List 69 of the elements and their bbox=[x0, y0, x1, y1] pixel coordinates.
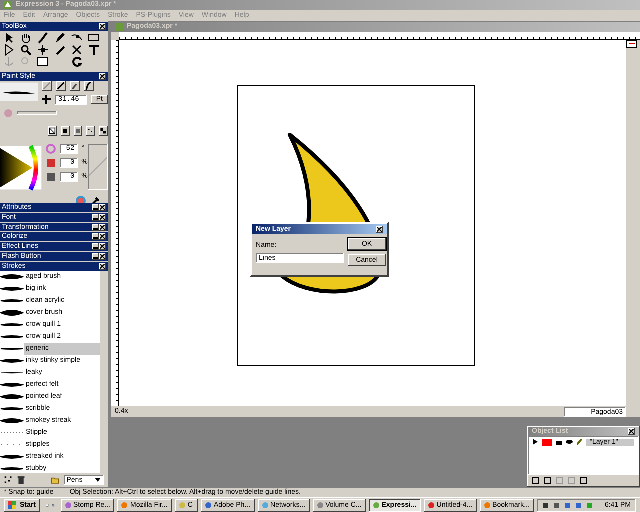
app-icon bbox=[262, 502, 269, 509]
minimize-button[interactable] bbox=[92, 224, 99, 231]
stroke-sample bbox=[0, 416, 24, 426]
app-icon bbox=[4, 0, 12, 9]
thin-line-icon[interactable] bbox=[42, 80, 52, 91]
curve-line-icon[interactable] bbox=[84, 80, 94, 91]
stroke-sample bbox=[0, 392, 24, 402]
solid-fill-icon[interactable] bbox=[60, 126, 70, 136]
minimize-button[interactable] bbox=[92, 243, 99, 250]
dots-fill-icon[interactable] bbox=[86, 126, 96, 136]
close-button[interactable] bbox=[628, 428, 635, 436]
scissors-icon[interactable] bbox=[70, 44, 82, 56]
pencil-icon[interactable] bbox=[577, 439, 582, 446]
caret-icon bbox=[95, 478, 102, 482]
pen-icon[interactable] bbox=[54, 32, 66, 44]
brush-icon[interactable] bbox=[36, 32, 48, 44]
app-icon bbox=[484, 502, 491, 509]
close-button[interactable] bbox=[99, 263, 106, 270]
minimize-button[interactable] bbox=[92, 204, 99, 211]
close-button[interactable] bbox=[99, 22, 106, 30]
spiral-icon[interactable] bbox=[70, 56, 82, 68]
app-icon bbox=[178, 502, 186, 509]
close-button[interactable] bbox=[99, 214, 106, 221]
view-icon[interactable] bbox=[626, 40, 638, 50]
rectangle-icon[interactable] bbox=[88, 32, 100, 44]
close-button[interactable] bbox=[99, 72, 106, 80]
stroke-preview bbox=[0, 80, 38, 103]
app-icon bbox=[64, 502, 72, 509]
app-icon bbox=[428, 502, 435, 509]
stroke-sample bbox=[0, 272, 24, 282]
folder-icon[interactable] bbox=[51, 475, 60, 486]
close-button[interactable] bbox=[99, 233, 106, 240]
close-button[interactable] bbox=[99, 204, 106, 211]
app-icon bbox=[372, 502, 380, 509]
close-button[interactable] bbox=[99, 243, 106, 250]
hand-icon[interactable] bbox=[20, 32, 32, 44]
color-picker[interactable] bbox=[0, 144, 42, 192]
no-fill-icon[interactable] bbox=[48, 126, 57, 136]
swatch-icon bbox=[46, 158, 56, 168]
pattern-fill-icon[interactable] bbox=[99, 126, 108, 136]
close-button[interactable] bbox=[376, 226, 383, 232]
minimize-button[interactable] bbox=[92, 233, 99, 240]
app-icon bbox=[204, 502, 212, 509]
hue-icon bbox=[46, 144, 56, 154]
expand-icon[interactable] bbox=[533, 439, 538, 446]
new-stroke-icon[interactable] bbox=[4, 475, 13, 486]
document-icon bbox=[115, 22, 123, 31]
text-tool-icon[interactable] bbox=[88, 44, 100, 56]
scrollbar[interactable] bbox=[100, 271, 108, 474]
knife-icon[interactable] bbox=[54, 44, 66, 56]
rectangle-icon[interactable] bbox=[36, 56, 48, 68]
close-button[interactable] bbox=[99, 224, 106, 231]
app-icon bbox=[121, 502, 128, 509]
stroke-sample bbox=[0, 308, 24, 318]
trash-icon[interactable] bbox=[16, 475, 26, 486]
minimize-button[interactable] bbox=[92, 253, 99, 260]
direct-select-icon[interactable] bbox=[2, 44, 14, 56]
windows-logo-icon bbox=[8, 501, 16, 510]
eyedropper-icon[interactable] bbox=[90, 196, 100, 206]
close-button[interactable] bbox=[99, 253, 106, 260]
move-icon bbox=[42, 95, 52, 104]
taper-line-icon[interactable] bbox=[70, 80, 80, 91]
swatch-icon bbox=[46, 172, 56, 182]
minimize-button[interactable] bbox=[92, 214, 99, 221]
app-icon bbox=[316, 502, 324, 509]
nodes-icon[interactable] bbox=[36, 44, 48, 56]
slider-track[interactable] bbox=[17, 111, 57, 116]
thick-line-icon[interactable] bbox=[56, 80, 66, 91]
gradient-fill-icon[interactable] bbox=[74, 126, 82, 136]
